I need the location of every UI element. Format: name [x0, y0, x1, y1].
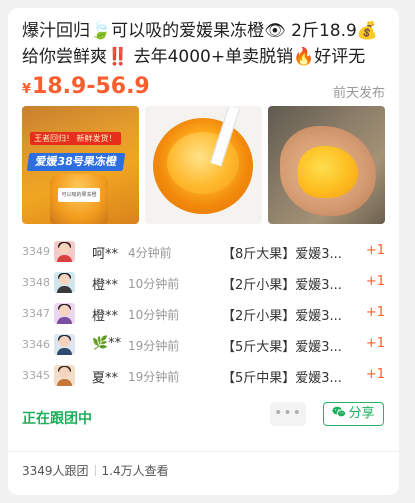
- order-seq: 3347: [22, 307, 50, 320]
- order-time: 4分钟前: [128, 246, 172, 260]
- order-product: 【5斤中果】爱媛3...: [222, 371, 342, 386]
- order-user: 橙**: [92, 278, 119, 293]
- share-button[interactable]: 分享: [323, 402, 384, 426]
- avatar: [54, 241, 75, 262]
- order-qty: +1: [365, 305, 385, 320]
- order-qty: +1: [365, 243, 385, 258]
- order-time: 10分钟前: [128, 308, 180, 322]
- order-seq: 3348: [22, 276, 50, 289]
- price-row: ¥18.9-56.9 前天发布: [22, 74, 385, 104]
- orange-jelly-graphic: [298, 146, 358, 198]
- order-product: 【8斤大果】爱媛3...: [222, 247, 342, 262]
- price-currency: ¥: [22, 82, 32, 97]
- post-title[interactable]: 爆汁回归🍃可以吸的爱媛果冻橙👁 2斤18.9💰给你尝鲜爽‼️ 去年4000+单卖…: [22, 18, 382, 70]
- order-row[interactable]: 3347 橙** 10分钟前 【2斤小果】爱媛3... +1: [22, 300, 385, 330]
- order-list: 3349 呵** 4分钟前 【8斤大果】爱媛3... +1 3348 橙** 1…: [22, 238, 385, 393]
- order-seq: 3346: [22, 338, 50, 351]
- order-time: 19分钟前: [128, 339, 180, 353]
- order-product: 【2斤小果】爱媛3...: [222, 278, 342, 293]
- order-product: 【2斤小果】爱媛3...: [222, 309, 342, 324]
- more-button[interactable]: •••: [270, 402, 306, 426]
- view-count: 1.4万人查看: [101, 464, 169, 478]
- product-image-cut-orange[interactable]: [145, 106, 262, 224]
- order-user: 夏**: [92, 371, 119, 386]
- publish-time: 前天发布: [332, 86, 385, 101]
- avatar: [54, 303, 75, 324]
- footer-separator: [94, 465, 96, 476]
- share-label: 分享: [348, 406, 375, 421]
- card-footer: 3349人跟团 1.4万人查看: [22, 462, 169, 479]
- order-row[interactable]: 3345 夏** 19分钟前 【5斤中果】爱媛3... +1: [22, 362, 385, 392]
- order-user: 🌿**: [92, 336, 122, 351]
- image-banner: 爱媛38号果冻橙: [26, 153, 126, 171]
- price-range: 18.9-56.9: [32, 74, 150, 99]
- order-qty: +1: [365, 336, 385, 351]
- order-row[interactable]: 3349 呵** 4分钟前 【8斤大果】爱媛3... +1: [22, 238, 385, 268]
- participant-count: 3349人跟团: [22, 464, 89, 478]
- image-badge: 王者回归！ 新鲜发货！: [30, 132, 121, 145]
- order-seq: 3349: [22, 245, 50, 258]
- avatar: [54, 365, 75, 386]
- order-user: 呵**: [92, 247, 119, 262]
- order-qty: +1: [365, 367, 385, 382]
- footer-divider: [8, 451, 399, 452]
- order-qty: +1: [365, 274, 385, 289]
- product-image-squeezed-hand[interactable]: [268, 106, 385, 224]
- jar-label: 可以吸的果冻橙: [58, 188, 100, 202]
- avatar: [54, 272, 75, 293]
- product-image-jar[interactable]: 王者回归！ 新鲜发货！ 爱媛38号果冻橙 可以吸的果冻橙: [22, 106, 139, 224]
- order-product: 【5斤大果】爱媛3...: [222, 340, 342, 355]
- group-buy-card[interactable]: 爆汁回归🍃可以吸的爱媛果冻橙👁 2斤18.9💰给你尝鲜爽‼️ 去年4000+单卖…: [8, 8, 399, 495]
- order-row[interactable]: 3348 橙** 10分钟前 【2斤小果】爱媛3... +1: [22, 269, 385, 299]
- order-seq: 3345: [22, 369, 50, 382]
- order-user: 橙**: [92, 309, 119, 324]
- order-row[interactable]: 3346 🌿** 19分钟前 【5斤大果】爱媛3... +1: [22, 331, 385, 361]
- avatar: [54, 334, 75, 355]
- order-time: 10分钟前: [128, 277, 180, 291]
- group-status: 正在跟团中: [22, 411, 92, 427]
- order-time: 19分钟前: [128, 370, 180, 384]
- image-gallery: 王者回归！ 新鲜发货！ 爱媛38号果冻橙 可以吸的果冻橙: [22, 106, 385, 224]
- wechat-icon: [332, 406, 347, 418]
- price: ¥18.9-56.9: [22, 74, 150, 99]
